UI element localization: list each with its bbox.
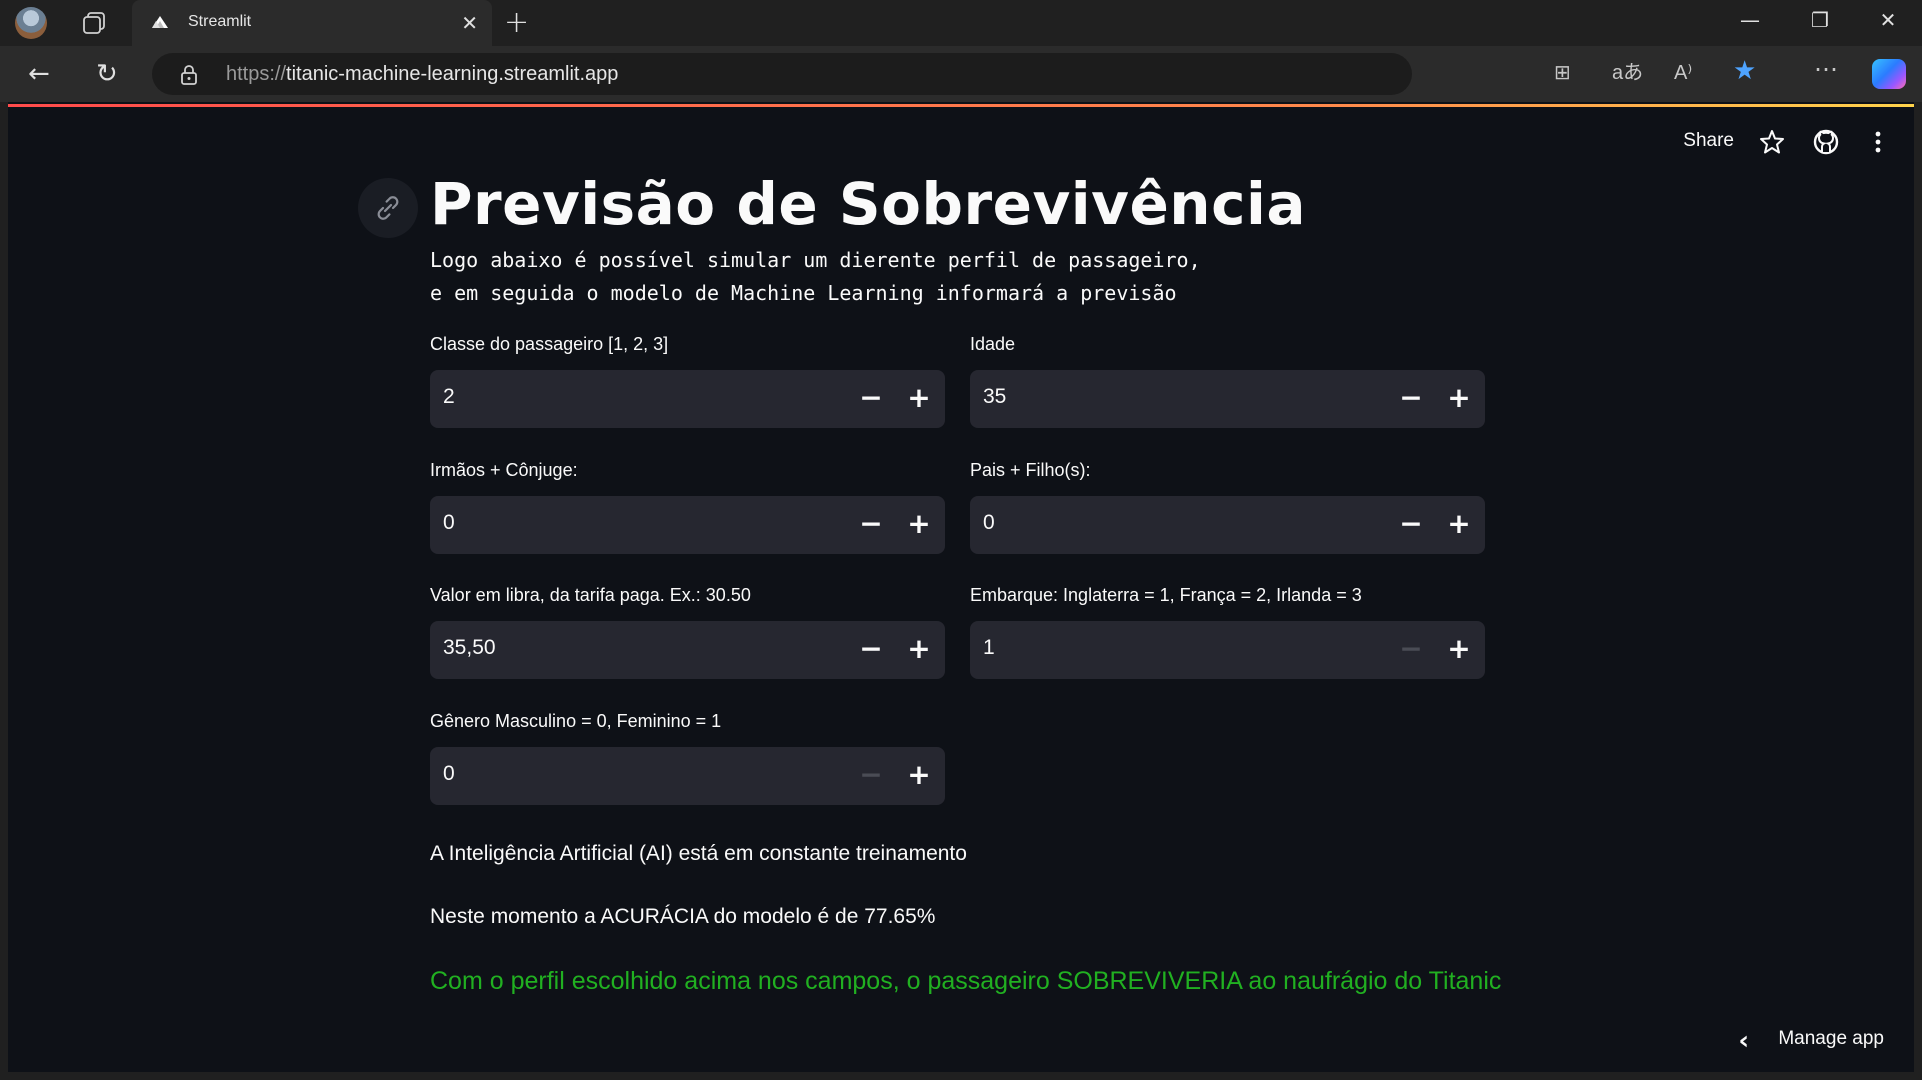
decrement-button[interactable]: −	[847, 747, 895, 805]
share-button[interactable]: Share	[1683, 130, 1734, 152]
field-age: Idade 35 − +	[970, 332, 1485, 428]
decrement-button[interactable]: −	[1387, 370, 1435, 428]
back-icon[interactable]: ←	[28, 60, 50, 88]
field-label: Valor em libra, da tarifa paga. Ex.: 30.…	[430, 585, 751, 605]
browser-tab[interactable]: Streamlit ✕	[132, 0, 492, 46]
increment-button[interactable]: +	[895, 747, 943, 805]
number-input[interactable]: 0 − +	[430, 496, 945, 554]
favorite-star-icon[interactable]: ★	[1733, 57, 1756, 83]
star-icon[interactable]	[1758, 128, 1786, 156]
number-input-value[interactable]: 0	[443, 762, 455, 786]
lock-icon[interactable]	[180, 64, 198, 86]
field-label: Irmãos + Cônjuge:	[430, 460, 578, 480]
streamlit-app: Share Previsão de Sobrevivência Logo aba…	[8, 102, 1914, 1072]
translate-icon[interactable]: aあ	[1612, 61, 1643, 85]
decrement-button[interactable]: −	[847, 370, 895, 428]
decrement-button[interactable]: −	[1387, 621, 1435, 679]
number-input[interactable]: 0 − +	[970, 496, 1485, 554]
profile-avatar[interactable]	[15, 7, 47, 39]
close-tab-icon[interactable]: ✕	[461, 11, 478, 35]
streamlit-logo-icon	[152, 16, 168, 28]
number-input[interactable]: 2 − +	[430, 370, 945, 428]
number-input-value[interactable]: 2	[443, 385, 455, 409]
number-input[interactable]: 0 − +	[430, 747, 945, 805]
manage-app-label: Manage app	[1778, 1028, 1884, 1049]
training-text: A Inteligência Artificial (AI) está em c…	[430, 842, 967, 865]
url-field[interactable]: https://titanic-machine-learning.streaml…	[152, 53, 1412, 95]
tab-title: Streamlit	[188, 13, 252, 30]
page-title: Previsão de Sobrevivência	[430, 170, 1306, 238]
decrement-button[interactable]: −	[847, 621, 895, 679]
number-input-value[interactable]: 1	[983, 636, 995, 660]
number-input-value[interactable]: 0	[443, 511, 455, 535]
increment-button[interactable]: +	[895, 621, 943, 679]
number-input[interactable]: 35,50 − +	[430, 621, 945, 679]
read-aloud-icon[interactable]: A⁾	[1674, 61, 1692, 85]
field-label: Idade	[970, 334, 1016, 354]
decrement-button[interactable]: −	[1387, 496, 1435, 554]
field-embarkation: Embarque: Inglaterra = 1, França = 2, Ir…	[970, 583, 1485, 679]
browser-tab-bar: Streamlit ✕ + — ❐ ✕	[0, 0, 1922, 46]
increment-button[interactable]: +	[1435, 496, 1483, 554]
number-input-value[interactable]: 35	[983, 385, 1006, 409]
increment-button[interactable]: +	[1435, 370, 1483, 428]
field-label: Embarque: Inglaterra = 1, França = 2, Ir…	[970, 585, 1362, 605]
field-siblings-spouse: Irmãos + Cônjuge: 0 − +	[430, 458, 945, 554]
number-input-value[interactable]: 0	[983, 511, 995, 535]
more-icon[interactable]: ⋯	[1814, 58, 1838, 82]
increment-button[interactable]: +	[895, 496, 943, 554]
refresh-icon[interactable]: ↻	[96, 60, 118, 88]
restore-icon[interactable]: ❐	[1806, 8, 1834, 32]
field-label: Classe do passageiro [1, 2, 3]	[430, 334, 669, 354]
manage-app-button[interactable]: ‹ Manage app	[1738, 1024, 1884, 1060]
app-view-icon[interactable]: ⊞	[1554, 61, 1571, 85]
close-window-icon[interactable]: ✕	[1874, 8, 1902, 32]
top-decoration-bar	[8, 104, 1914, 107]
field-label: Pais + Filho(s):	[970, 460, 1091, 480]
header-anchor-link[interactable]	[358, 178, 418, 238]
chevron-left-icon: ‹	[1738, 1026, 1750, 1056]
app-toolbar: Share	[1672, 126, 1892, 160]
decrement-button[interactable]: −	[847, 496, 895, 554]
increment-button[interactable]: +	[895, 370, 943, 428]
field-label: Gênero Masculino = 0, Feminino = 1	[430, 711, 722, 731]
accuracy-text: Neste momento a ACURÁCIA do modelo é de …	[430, 905, 936, 928]
link-icon	[377, 196, 399, 220]
new-tab-icon[interactable]: +	[504, 8, 529, 38]
main-menu-icon[interactable]	[1864, 128, 1892, 156]
url-text: https://titanic-machine-learning.streaml…	[226, 63, 619, 85]
prediction-result: Com o perfil escolhido acima nos campos,…	[430, 967, 1502, 995]
field-gender: Gênero Masculino = 0, Feminino = 1 0 − +	[430, 709, 945, 805]
number-input-value[interactable]: 35,50	[443, 636, 496, 660]
page-description: Logo abaixo é possível simular um dieren…	[430, 248, 1201, 305]
copilot-icon[interactable]	[1872, 59, 1906, 89]
number-input[interactable]: 1 − +	[970, 621, 1485, 679]
tab-actions-icon[interactable]	[82, 11, 108, 35]
increment-button[interactable]: +	[1435, 621, 1483, 679]
field-passenger-class: Classe do passageiro [1, 2, 3] 2 − +	[430, 332, 945, 428]
minimize-icon[interactable]: —	[1736, 8, 1764, 32]
address-bar: ← ↻ https://titanic-machine-learning.str…	[0, 46, 1922, 102]
number-input[interactable]: 35 − +	[970, 370, 1485, 428]
github-icon[interactable]	[1812, 128, 1840, 156]
field-fare: Valor em libra, da tarifa paga. Ex.: 30.…	[430, 583, 945, 679]
field-parents-children: Pais + Filho(s): 0 − +	[970, 458, 1485, 554]
